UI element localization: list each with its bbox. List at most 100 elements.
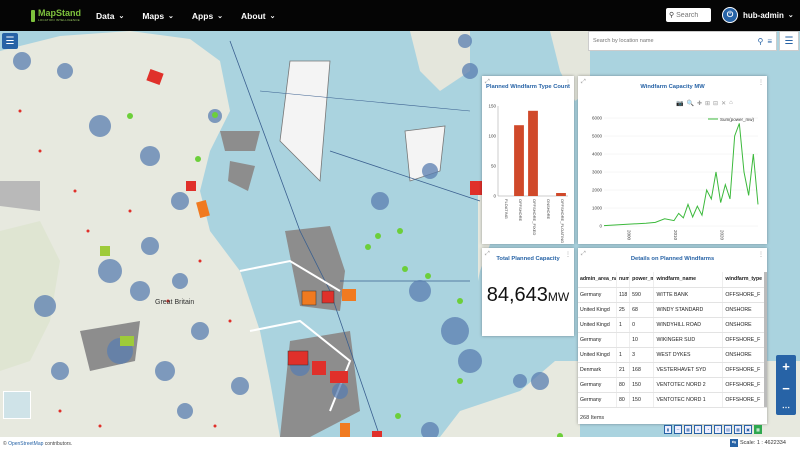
widget-chart-icon[interactable]: ▤ xyxy=(724,425,732,434)
widget-number-icon[interactable]: # xyxy=(694,425,702,434)
y-tick-label: 5000 xyxy=(592,134,603,139)
zoom-in-button[interactable]: + xyxy=(782,359,790,374)
table-row[interactable]: United Kingd 1 0 WINDYHILL ROAD ONSHORE xyxy=(578,317,767,333)
menu-toggle-icon[interactable]: ☰ xyxy=(779,31,799,51)
total-capacity-unit: MW xyxy=(547,290,570,304)
attribution: © OpenStreetMap contributors. xyxy=(3,440,73,447)
column-header[interactable]: number xyxy=(616,272,631,288)
type-count-panel: ⤢ ⋮ Planned Windfarm Type Count 0 50 100 150… xyxy=(482,76,574,244)
table-header-row: admin_area_na number power_mw windfarm_n… xyxy=(578,272,767,288)
layers-icon[interactable]: ☰ xyxy=(2,33,18,49)
widget-toolbar: ▮ ∽ ▦ # ◔ T ▤ ▦ ▣ ▦ xyxy=(664,425,762,435)
menu-data[interactable]: Data ⌄ xyxy=(96,11,124,21)
details-panel: ⤢ ⋮ Details on Planned Windfarms admin_ar… xyxy=(578,248,767,424)
x-tick-label: 2000 xyxy=(626,230,631,241)
widget-pie-icon[interactable]: ◔ xyxy=(704,425,712,434)
table-row[interactable]: Germany 118 590 WITTE BANK OFFSHORE_F xyxy=(578,287,767,303)
table-row[interactable]: United Kingd 25 68 WINDY STANDARD ONSHORE xyxy=(578,302,767,318)
widget-bar-icon[interactable]: ▮ xyxy=(664,425,672,434)
logo-name: MapStand xyxy=(37,8,81,18)
logo-tagline: LOCATION INTELLIGENCE xyxy=(37,18,80,22)
widget-active-icon[interactable]: ▦ xyxy=(754,425,762,434)
user-menu[interactable]: ⏻ hub-admin ⌄ xyxy=(722,7,794,23)
y-tick-label: 150 xyxy=(488,104,496,109)
y-tick-label: 4000 xyxy=(592,152,603,157)
chevron-down-icon: ⌄ xyxy=(787,12,794,19)
reset-icon[interactable]: ⌂ xyxy=(729,100,733,107)
location-search-input[interactable] xyxy=(589,38,758,44)
menu-about[interactable]: About ⌄ xyxy=(241,11,275,21)
search-icon[interactable]: ⚲ xyxy=(757,37,763,46)
menu-apps[interactable]: Apps ⌄ xyxy=(192,11,223,21)
x-tick-label: ONSHORE xyxy=(546,199,551,220)
y-tick-label: 6000 xyxy=(592,116,603,121)
x-tick-label: 2020 xyxy=(720,230,725,241)
zoom-control: + − ⋯ xyxy=(776,355,796,415)
table-row[interactable]: Denmark 21 168 VESTERHAVET SYD OFFSHORE_F xyxy=(578,362,767,378)
capacity-chart: 0 1000 2000 3000 4000 5000 6000 2000 2010 2020 Sum… xyxy=(592,116,759,241)
menu-maps[interactable]: Maps ⌄ xyxy=(142,11,174,21)
user-name: hub-admin xyxy=(743,10,784,20)
bar xyxy=(514,125,524,196)
column-header[interactable]: windfarm_type xyxy=(722,272,767,288)
column-header[interactable]: admin_area_na xyxy=(578,272,617,288)
x-tick-label: 2010 xyxy=(673,230,678,241)
top-search-input[interactable] xyxy=(676,11,709,19)
series-line xyxy=(603,123,759,227)
total-capacity-value: 84,643MW xyxy=(486,284,570,306)
legend-label: Sum(power_mw) xyxy=(720,117,755,122)
zoom-out-icon[interactable]: ⊟ xyxy=(713,100,718,107)
osm-link[interactable]: OpenStreetMap xyxy=(8,441,43,447)
y-tick-label: 100 xyxy=(488,134,496,139)
y-tick-label: 1000 xyxy=(592,206,603,211)
chevron-down-icon: ⌄ xyxy=(217,12,224,20)
zoom-icon[interactable]: 🔍 xyxy=(686,100,693,107)
x-tick-label: OFFSHORE xyxy=(518,199,523,222)
logo-icon xyxy=(31,9,35,22)
widget-table-icon[interactable]: ▦ xyxy=(684,425,692,434)
y-tick-label: 3000 xyxy=(592,170,603,175)
list-icon[interactable]: ≡ xyxy=(767,37,772,46)
widget-line-icon[interactable]: ∽ xyxy=(674,425,682,434)
location-search-box[interactable]: ⚲ ≡ xyxy=(588,31,777,51)
y-tick-label: 2000 xyxy=(592,188,603,193)
chart-toolbar: 📷 🔍 ✚ ⊞ ⊟ ✕ ⌂ xyxy=(676,100,733,107)
more-options-button[interactable]: ⋯ xyxy=(782,403,790,412)
power-icon: ⏻ xyxy=(722,7,738,23)
capacity-panel: ⤢ ⋮ Windfarm Capacity MW 0 1000 2000 3000 400… xyxy=(578,76,767,244)
top-search-box[interactable]: ⚲ xyxy=(666,8,711,22)
x-tick-label: FLOATING xyxy=(504,199,509,219)
zoom-out-button[interactable]: − xyxy=(782,381,790,396)
widget-grid-icon[interactable]: ▦ xyxy=(734,425,742,434)
zoom-in-icon[interactable]: ⊞ xyxy=(705,100,710,107)
pan-icon[interactable]: ✚ xyxy=(697,100,702,107)
table-item-count: 268 Items xyxy=(580,415,605,421)
mapstand-logo[interactable]: MapStand LOCATION INTELLIGENCE xyxy=(31,6,81,26)
column-header[interactable]: power_mw xyxy=(629,272,655,288)
search-icon: ⚲ xyxy=(669,12,675,19)
chevron-down-icon: ⌄ xyxy=(168,12,174,20)
widget-layout-icon[interactable]: ▣ xyxy=(744,425,752,434)
top-navbar: MapStand LOCATION INTELLIGENCE Data ⌄ Map… xyxy=(0,0,800,31)
main-menu: Data ⌄ Maps ⌄ Apps ⌄ About ⌄ xyxy=(96,11,293,21)
scale-readout: Scale: 1 : 4622334 xyxy=(740,440,786,446)
table-row[interactable]: United Kingd 1 3 WEST DYKES ONSHORE xyxy=(578,347,767,363)
table-row[interactable]: Germany 10 WIKINGER SUD OFFSHORE_F xyxy=(578,332,767,348)
camera-icon[interactable]: 📷 xyxy=(676,100,683,107)
table-row[interactable]: Germany 80 150 VENTOTEC NORD 1 OFFSHORE_F xyxy=(578,392,767,408)
chevron-down-icon: ⌄ xyxy=(269,12,276,20)
chevron-down-icon: ⌄ xyxy=(118,12,125,20)
widget-text-icon[interactable]: T xyxy=(714,425,722,434)
country-label: Great Britain xyxy=(155,299,194,306)
table-row[interactable]: Germany 80 150 VENTOTEC NORD 2 OFFSHORE_F xyxy=(578,377,767,393)
minimap-thumbnail[interactable] xyxy=(3,391,31,419)
y-tick-label: 0 xyxy=(599,224,602,229)
type-count-chart: 0 50 100 150 FLOATING OFFSHORE OFFSHORE_FIXED O… xyxy=(488,104,568,243)
status-bar: © OpenStreetMap contributors. ⇆ Scale: 1… xyxy=(0,437,800,450)
scale-toggle-icon[interactable]: ⇆ xyxy=(730,439,738,447)
table-scrollbar[interactable] xyxy=(764,272,767,407)
autoscale-icon[interactable]: ✕ xyxy=(721,100,726,107)
column-header[interactable]: windfarm_name xyxy=(653,272,724,288)
bar xyxy=(556,193,566,196)
details-table: admin_area_na number power_mw windfarm_n… xyxy=(578,272,767,408)
